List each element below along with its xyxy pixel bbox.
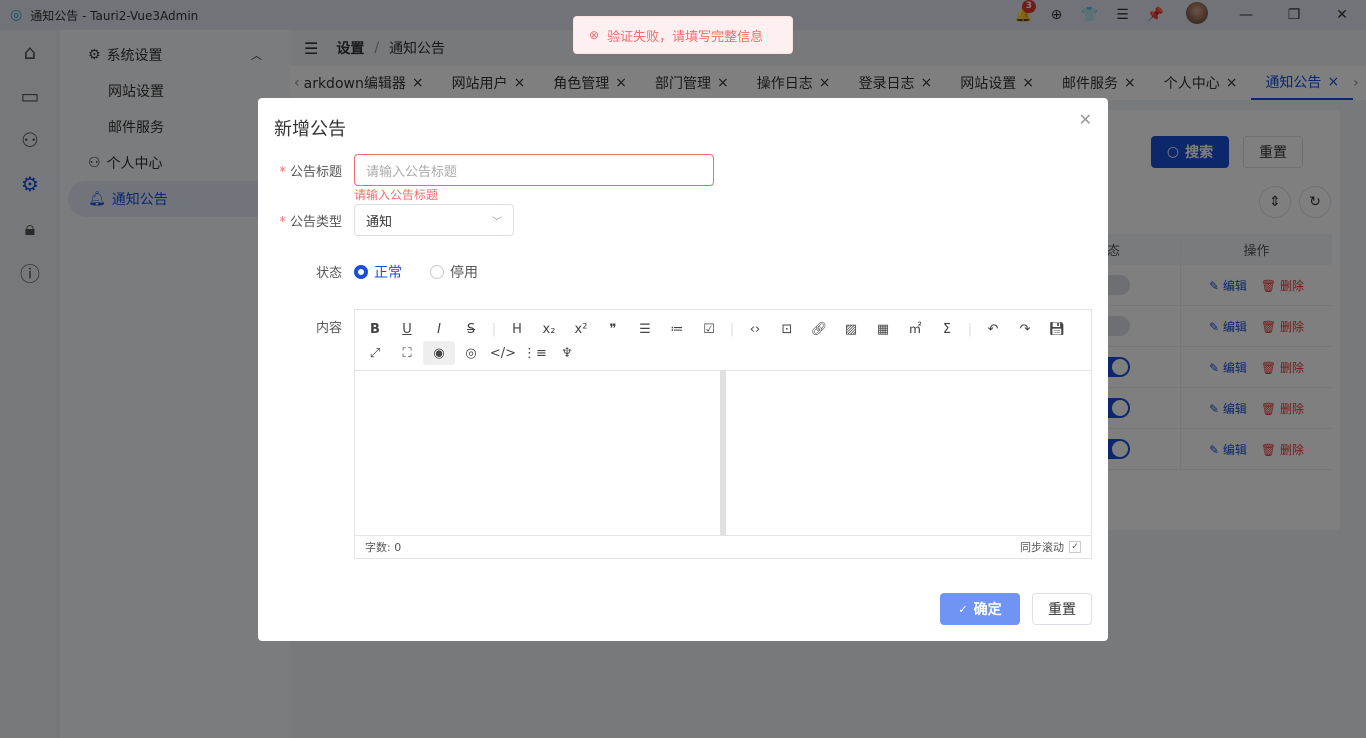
preview-eye-icon[interactable]: ◉ (423, 341, 455, 365)
preview-only-icon[interactable]: ◎ (455, 341, 487, 365)
word-count: 字数: 0 (365, 539, 401, 555)
error-toast: ⊗验证失败，请填写完整信息 (573, 16, 793, 54)
chart-icon[interactable]: ㎡ (899, 315, 931, 339)
type-select[interactable]: 通知﹀ (354, 204, 514, 236)
strikethrough-icon[interactable]: S (455, 317, 487, 341)
task-list-icon[interactable]: ☑ (693, 317, 725, 341)
confirm-button[interactable]: ✓确定 (940, 593, 1020, 625)
chevron-down-icon: ﹀ (492, 213, 502, 228)
undo-icon[interactable]: ↶ (977, 317, 1009, 341)
editor-preview-pane (726, 371, 1091, 535)
title-label: * 公告标题 (272, 161, 342, 180)
unordered-list-icon[interactable]: ☰ (629, 317, 661, 341)
error-circle-icon: ⊗ (589, 28, 599, 42)
italic-icon[interactable]: I (423, 317, 455, 341)
github-icon[interactable]: ♆ (551, 341, 583, 365)
html-preview-icon[interactable]: </> (487, 341, 519, 365)
status-radio-group: 正常 停用 (354, 262, 478, 282)
image-icon[interactable]: ▨ (835, 317, 867, 341)
sync-scroll-checkbox[interactable]: ✓ (1069, 541, 1081, 553)
title-error: 请输入公告标题 (354, 186, 438, 203)
confirm-icon: ✓ (958, 603, 967, 616)
close-dialog-icon[interactable]: ✕ (1079, 110, 1092, 129)
ordered-list-icon[interactable]: ≔ (661, 317, 693, 341)
markdown-editor: BUIS|Hx₂x²❞☰≔☑|‹›⊡🔗︎▨▦㎡Σ|↶↷💾︎ ⤢⛶◉◎</>⋮≡♆… (354, 309, 1092, 559)
heading-icon[interactable]: H (501, 317, 533, 341)
content-label: 内容 (272, 317, 342, 336)
subscript-icon[interactable]: x₂ (533, 317, 565, 341)
catalog-icon[interactable]: ⋮≡ (519, 341, 551, 365)
redo-icon[interactable]: ↷ (1009, 317, 1041, 341)
add-notice-dialog: 新增公告 ✕ * 公告标题 请输入公告标题 请输入公告标题 * 公告类型 通知﹀… (258, 98, 1108, 641)
type-label: * 公告类型 (272, 211, 342, 230)
page-fullscreen-icon[interactable]: ⛶ (391, 341, 423, 365)
table-icon[interactable]: ▦ (867, 317, 899, 341)
code-icon[interactable]: ‹› (739, 317, 771, 341)
formula-icon[interactable]: Σ (931, 317, 963, 341)
underline-icon[interactable]: U (391, 317, 423, 341)
dialog-title: 新增公告 (274, 115, 346, 141)
status-radio-disabled[interactable]: 停用 (430, 262, 478, 282)
fullscreen-icon[interactable]: ⤢ (359, 341, 391, 365)
status-label: 状态 (272, 262, 342, 281)
reset-button[interactable]: 重置 (1032, 593, 1092, 625)
title-input[interactable]: 请输入公告标题 (354, 154, 714, 186)
sync-scroll-label: 同步滚动 (1020, 539, 1064, 555)
save-icon[interactable]: 💾︎ (1041, 317, 1073, 341)
editor-input-pane[interactable] (355, 371, 720, 535)
link-icon[interactable]: 🔗︎ (803, 317, 835, 341)
status-radio-normal[interactable]: 正常 (354, 262, 402, 282)
code-block-icon[interactable]: ⊡ (771, 317, 803, 341)
superscript-icon[interactable]: x² (565, 317, 597, 341)
bold-icon[interactable]: B (359, 317, 391, 341)
quote-icon[interactable]: ❞ (597, 317, 629, 341)
